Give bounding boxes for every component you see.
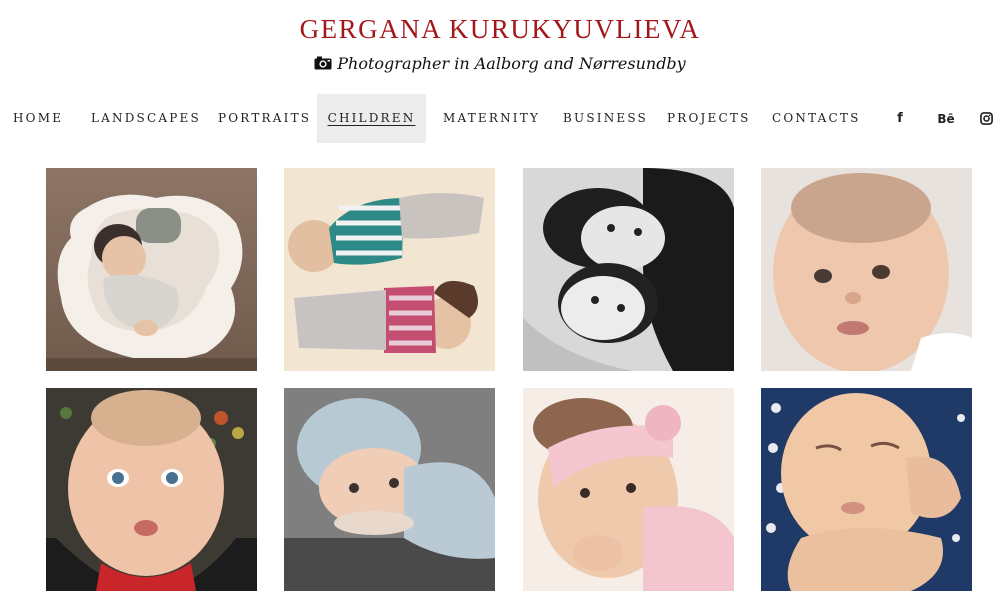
gallery-photo[interactable] — [761, 168, 972, 371]
gallery-photo[interactable] — [284, 388, 495, 591]
gallery-photo[interactable] — [46, 168, 257, 371]
gallery-photo[interactable] — [761, 388, 972, 591]
photo-sleeping-newborn — [761, 388, 972, 591]
gallery-photo[interactable] — [523, 388, 734, 591]
photo-baby-blue-eyes — [46, 388, 257, 591]
gallery-photo[interactable] — [284, 168, 495, 371]
photo-baby-closeup — [761, 168, 972, 371]
gallery-photo[interactable] — [46, 388, 257, 591]
gallery-photo[interactable] — [523, 168, 734, 371]
photo-two-girls-bw — [523, 168, 734, 371]
photo-baby-knit-hat — [284, 388, 495, 591]
photo-two-babies-on-rug — [284, 168, 495, 371]
photo-gallery — [0, 0, 1000, 600]
photo-baby-on-sheepskin — [46, 168, 257, 371]
photo-baby-pink-headband — [523, 388, 734, 591]
